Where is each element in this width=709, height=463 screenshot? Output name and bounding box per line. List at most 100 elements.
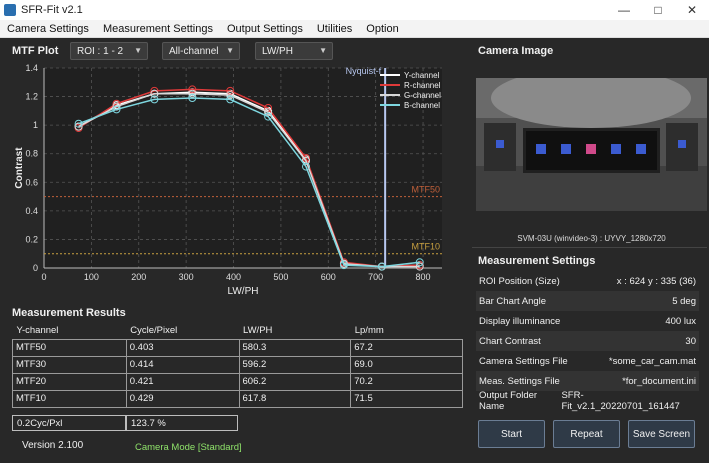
mtf-chart: 0 100 200 300 400 500 600 700 800 0 0.2 0.4 0.6 0.8 1 1… [14,63,442,297]
results-header: Cycle/Pixel [130,324,178,336]
table-cell: 0.403 [125,338,240,357]
save-screen-button[interactable]: Save Screen [628,420,695,448]
table-cell: 70.2 [350,372,463,391]
legend-label: Y-channel [404,71,440,80]
y-tick-label: 0.4 [25,206,38,216]
settings-row: Meas. Settings File *for_document.ini [476,371,699,391]
camera-mode-status: Camera Mode [Standard] [135,442,242,453]
repeat-button[interactable]: Repeat [553,420,620,448]
y-tick-label: 1.4 [25,63,38,73]
title-bar: SFR-Fit v2.1 — □ ✕ [0,0,709,20]
y-tick-label: 0.8 [25,149,38,159]
roi-select[interactable]: ROI : 1 - 2 ▼ [70,42,148,60]
x-tick-label: 100 [84,272,99,282]
menu-camera-settings[interactable]: Camera Settings [0,23,96,35]
unit-select-value: LW/PH [262,45,293,57]
y-tick-label: 0 [33,263,38,273]
version-label: Version 2.100 [22,440,84,451]
legend-label: B-channel [404,101,440,110]
plot-area [44,68,442,268]
table-cell: 596.2 [238,355,352,374]
start-button[interactable]: Start [478,420,545,448]
divider [472,247,707,248]
mtf10-label: MTF10 [411,242,440,252]
settings-row-value: 30 [685,335,696,347]
camera-image [476,78,707,211]
settings-row-name: Display illuminance [479,315,561,327]
settings-row-name: Output Folder Name [479,390,538,412]
settings-row-name: Meas. Settings File [479,375,560,387]
table-row: MTF50 0.403 580.3 67.2 [12,338,463,357]
table-cell: MTF50 [12,338,127,357]
settings-row: Chart Contrast 30 [476,331,699,351]
settings-row-value: *for_document.ini [622,375,696,387]
x-tick-label: 0 [41,272,46,282]
channel-select-value: All-channel [169,45,219,57]
settings-row-value: x : 624 y : 335 (36) [616,275,696,287]
y-tick-label: 1 [33,120,38,130]
settings-row: Camera Settings File *some_car_cam.mat [476,351,699,371]
table-cell: 71.5 [350,389,463,408]
table-cell: 0.421 [125,372,240,391]
table-cell: 580.3 [238,338,352,357]
x-tick-label: 300 [179,272,194,282]
table-cell: 617.8 [238,389,352,408]
x-axis-label: LW/PH [228,286,259,297]
x-tick-label: 700 [368,272,383,282]
minimize-icon[interactable]: — [607,0,641,20]
nyquist-label: Nyquist-f [346,66,382,76]
table-row: MTF30 0.414 596.2 69.0 [12,355,463,374]
y-tick-label: 0.6 [25,177,38,187]
menu-bar: Camera Settings Measurement Settings Out… [0,20,709,38]
menu-utilities[interactable]: Utilities [310,23,359,35]
table-cell: 67.2 [350,338,463,357]
settings-row-value: SFR-Fit_v2.1_20220701_161447 [561,390,680,412]
settings-row: Output Folder Name SFR-Fit_v2.1_20220701… [476,390,699,412]
maximize-icon[interactable]: □ [641,0,675,20]
menu-measurement-settings[interactable]: Measurement Settings [96,23,220,35]
settings-row-name: Camera Settings File [479,355,568,367]
measurement-settings-label: Measurement Settings [478,255,596,267]
table-cell: 0.414 [125,355,240,374]
table-cell: MTF20 [12,372,127,391]
menu-output-settings[interactable]: Output Settings [220,23,310,35]
table-cell: 606.2 [238,372,352,391]
y-tick-label: 1.2 [25,92,38,102]
unit-select[interactable]: LW/PH ▼ [255,42,333,60]
settings-row-name: Bar Chart Angle [479,295,547,307]
y-tick-label: 0.2 [25,234,38,244]
legend-label: R-channel [404,81,441,90]
results-header-row: Y-channel Cycle/Pixel LW/PH Lp/mm [13,322,463,339]
chevron-down-icon: ▼ [319,46,327,55]
window-title: SFR-Fit v2.1 [21,4,83,16]
settings-row-name: ROI Position (Size) [479,275,560,287]
x-tick-label: 600 [321,272,336,282]
table-row: MTF10 0.429 617.8 71.5 [12,389,463,408]
settings-row: Bar Chart Angle 5 deg [476,291,699,311]
table-cell: MTF30 [12,355,127,374]
custom-frequency-value: 123.7 % [126,415,238,431]
close-icon[interactable]: ✕ [675,0,709,20]
measurement-results-label: Measurement Results [12,307,126,319]
app-icon [4,4,16,16]
results-header: LW/PH [243,324,273,336]
table-cell: MTF10 [12,389,127,408]
results-header: Lp/mm [354,324,384,336]
settings-row-value: *some_car_cam.mat [608,355,696,367]
x-tick-label: 400 [226,272,241,282]
mtf-plot-label: MTF Plot [12,45,59,57]
table-cell: 69.0 [350,355,463,374]
table-cell: 0.429 [125,389,240,408]
results-header: Y-channel [16,324,59,336]
settings-row: Display illuminance 400 lux [476,311,699,331]
mtf50-label: MTF50 [411,185,440,195]
x-tick-label: 200 [131,272,146,282]
x-tick-label: 800 [416,272,431,282]
menu-option[interactable]: Option [359,23,405,35]
results-table: Y-channel Cycle/Pixel LW/PH Lp/mm MTF50 … [12,322,463,408]
camera-caption: SVM-03U (winvideo-3) : UYVY_1280x720 [517,234,666,243]
roi-select-value: ROI : 1 - 2 [77,45,124,57]
channel-select[interactable]: All-channel ▼ [162,42,240,60]
camera-image-label: Camera Image [478,45,554,57]
legend-label: G-channel [404,91,441,100]
